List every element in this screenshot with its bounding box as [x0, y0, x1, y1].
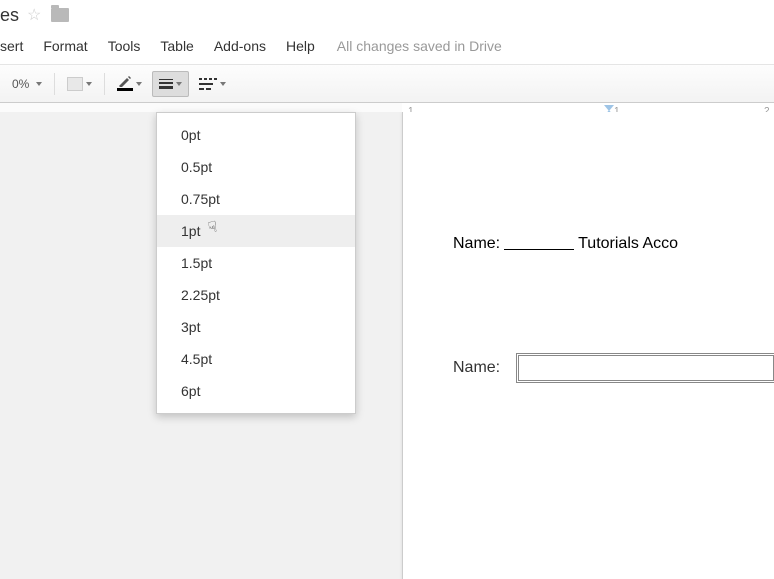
border-weight-dropdown: 0pt 0.5pt 0.75pt 1pt 1.5pt 2.25pt 3pt 4.… — [156, 112, 356, 414]
dropdown-option-4-5pt[interactable]: 4.5pt — [157, 343, 355, 375]
pencil-icon — [117, 76, 133, 91]
dropdown-option-6pt[interactable]: 6pt — [157, 375, 355, 407]
underline-blank — [504, 234, 574, 250]
label-name: Name: — [453, 359, 500, 377]
separator — [104, 73, 105, 95]
menu-format[interactable]: Format — [33, 34, 97, 58]
border-weight-icon — [159, 79, 173, 89]
star-icon[interactable]: ☆ — [27, 5, 41, 25]
chevron-down-icon — [176, 82, 182, 86]
background-color-icon — [67, 77, 83, 91]
menu-table[interactable]: Table — [150, 34, 203, 58]
border-weight-button[interactable] — [152, 71, 189, 97]
workspace: Name: Tutorials Acco Name: — [0, 112, 774, 579]
background-color-button[interactable] — [61, 71, 98, 97]
toolbar: 0% — [0, 65, 774, 103]
title-row: es ☆ — [0, 0, 774, 28]
dropdown-option-1-5pt[interactable]: 1.5pt — [157, 247, 355, 279]
chevron-down-icon — [86, 82, 92, 86]
folder-icon[interactable] — [51, 8, 69, 22]
border-style-button[interactable] — [193, 71, 232, 97]
save-status: All changes saved in Drive — [325, 38, 502, 54]
menu-tools[interactable]: Tools — [98, 34, 151, 58]
separator — [54, 73, 55, 95]
zoom-dropdown[interactable]: 0% — [2, 71, 48, 97]
menu-insert[interactable]: sert — [0, 34, 33, 58]
chevron-down-icon — [36, 82, 42, 86]
table-cell[interactable] — [516, 353, 774, 383]
border-style-icon — [199, 78, 217, 90]
label-name: Name: — [453, 235, 500, 253]
chevron-down-icon — [136, 82, 142, 86]
dropdown-option-0pt[interactable]: 0pt — [157, 119, 355, 151]
menu-help[interactable]: Help — [276, 34, 325, 58]
dropdown-option-3pt[interactable]: 3pt — [157, 311, 355, 343]
dropdown-option-0-75pt[interactable]: 0.75pt — [157, 183, 355, 215]
dropdown-option-2-25pt[interactable]: 2.25pt — [157, 279, 355, 311]
document-title[interactable]: es — [0, 5, 19, 26]
border-color-button[interactable] — [111, 71, 148, 97]
menu-bar: sert Format Tools Table Add-ons Help All… — [0, 28, 774, 65]
chevron-down-icon — [220, 82, 226, 86]
doc-name-line-2[interactable]: Name: — [453, 353, 774, 383]
menu-addons[interactable]: Add-ons — [204, 34, 276, 58]
dropdown-option-1pt[interactable]: 1pt — [157, 215, 355, 247]
document-page[interactable]: Name: Tutorials Acco Name: — [402, 112, 774, 579]
value-name: Tutorials Acco — [578, 235, 678, 253]
dropdown-option-0-5pt[interactable]: 0.5pt — [157, 151, 355, 183]
zoom-value: 0% — [8, 77, 33, 91]
doc-name-line-1[interactable]: Name: Tutorials Acco — [453, 232, 774, 253]
